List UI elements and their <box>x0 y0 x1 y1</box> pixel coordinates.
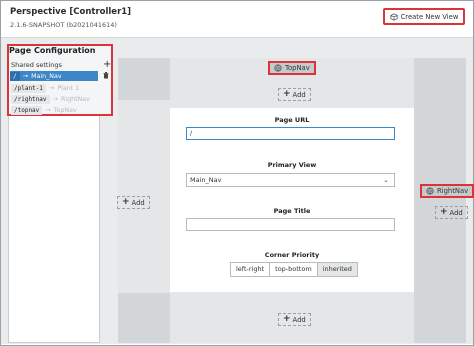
route-arrow: → <box>22 72 29 80</box>
corner-option-left-right[interactable]: left-right <box>230 262 271 277</box>
plus-icon: + <box>440 207 448 217</box>
corner-priority-toggle: left-right top-bottom inherited <box>230 262 358 277</box>
create-new-view-label: Create New View <box>400 12 459 21</box>
page-config-title: Page Configuration <box>9 46 96 55</box>
route-path: /plant-1 <box>11 83 46 93</box>
plus-icon[interactable]: + <box>103 60 111 70</box>
route-arrow: → <box>45 106 51 114</box>
create-new-view-button[interactable]: Create New View <box>383 8 465 25</box>
add-label: Add <box>131 198 145 207</box>
page-url-input[interactable]: / <box>186 127 395 140</box>
app-version: 2.1.6-SNAPSHOT (b2021041614) <box>10 21 117 29</box>
plus-icon: + <box>283 314 291 324</box>
route-view: Plant 1 <box>57 84 80 92</box>
shared-settings-link[interactable]: Shared settings <box>11 61 62 69</box>
add-label: Add <box>449 208 463 217</box>
top-dock-label: TopNav <box>285 64 310 72</box>
route-path: / <box>10 71 20 81</box>
add-top-dock-button[interactable]: + Add <box>278 88 311 101</box>
primary-view-label: Primary View <box>267 161 317 169</box>
right-dock-rightnav[interactable]: RightNav <box>420 184 474 198</box>
globe-icon <box>274 64 282 72</box>
corner-option-top-bottom[interactable]: top-bottom <box>269 262 318 277</box>
trash-icon[interactable] <box>103 72 109 79</box>
corner-option-inherited[interactable]: inherited <box>316 262 358 277</box>
route-item-topnav[interactable]: /topnav → TopNav <box>11 105 77 115</box>
route-item-main[interactable]: / → Main_Nav <box>10 71 98 81</box>
primary-view-select[interactable]: Main_Nav ⌄ <box>186 173 395 187</box>
cube-icon <box>390 12 398 21</box>
route-arrow: → <box>48 84 55 92</box>
page-url-label: Page URL <box>274 116 310 124</box>
right-dock-label: RightNav <box>437 187 469 195</box>
globe-icon <box>426 187 434 195</box>
primary-view-value: Main_Nav <box>190 176 222 184</box>
add-label: Add <box>292 90 306 99</box>
route-item-plant-1[interactable]: /plant-1 → Plant 1 <box>11 83 79 93</box>
route-arrow: → <box>52 95 58 103</box>
page-title-input[interactable] <box>186 218 395 231</box>
route-view: TopNav <box>53 106 77 114</box>
add-label: Add <box>292 315 306 324</box>
corner-priority-label: Corner Priority <box>264 251 320 259</box>
app-title: Perspective [Controller1] <box>10 7 132 17</box>
page-title-label: Page Title <box>273 207 311 215</box>
route-path: /topnav <box>11 105 43 115</box>
add-left-dock-button[interactable]: + Add <box>117 196 150 209</box>
route-path: /rightnav <box>11 94 50 104</box>
route-item-rightnav[interactable]: /rightnav → RightNav <box>11 94 90 104</box>
plus-icon: + <box>122 197 130 207</box>
chevron-down-icon: ⌄ <box>383 176 389 184</box>
plus-icon: + <box>283 89 291 99</box>
add-right-dock-button[interactable]: + Add <box>435 206 468 219</box>
route-view: RightNav <box>60 95 90 103</box>
top-dock-topnav[interactable]: TopNav <box>268 61 316 75</box>
route-view: Main_Nav <box>31 72 62 80</box>
add-bottom-dock-button[interactable]: + Add <box>278 313 311 326</box>
sidebar-actions: + <box>103 60 111 81</box>
